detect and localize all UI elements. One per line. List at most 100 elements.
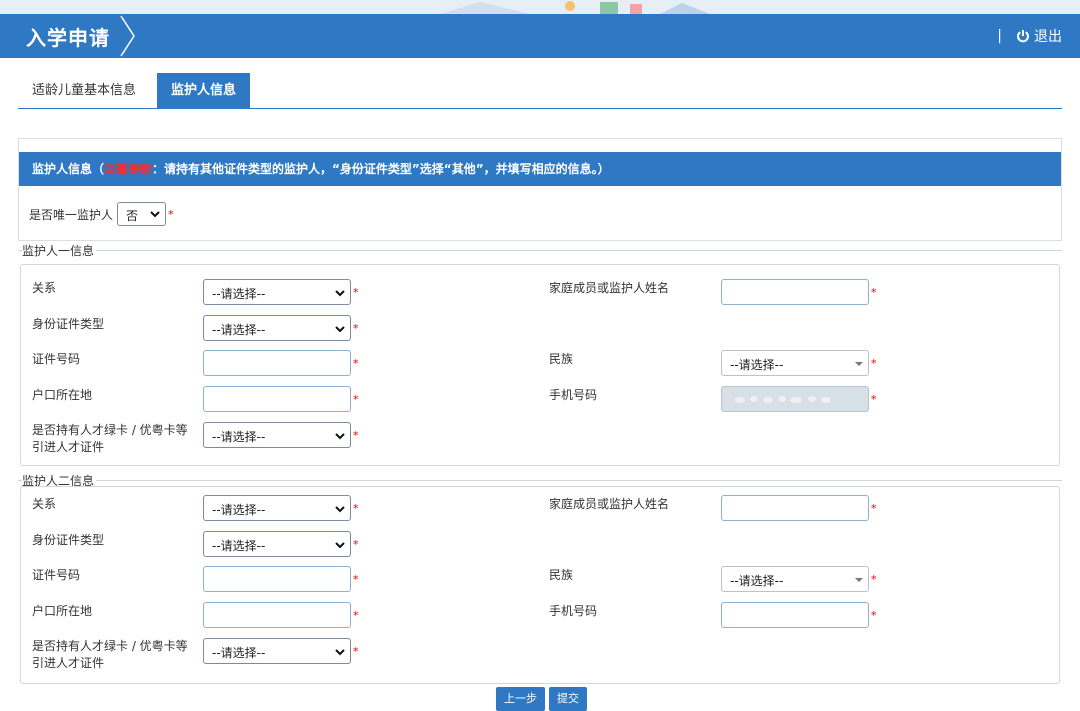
- g1-relation-select[interactable]: --请选择--: [203, 279, 351, 305]
- g2-id-type-select[interactable]: --请选择--: [203, 531, 351, 557]
- g2-nation-value: --请选择--: [730, 574, 784, 588]
- g1-nation-value: --请选择--: [730, 358, 784, 372]
- guardian1-legend: 监护人一信息: [22, 242, 97, 259]
- g2-talent-field: --请选择-- *: [203, 638, 359, 664]
- required-mark: *: [871, 608, 877, 622]
- g2-talent-label-line2: 引进人才证件: [32, 656, 105, 670]
- g2-nation-field: --请选择-- *: [721, 566, 877, 592]
- tab-bar: 适龄儿童基本信息 监护人信息: [18, 73, 1062, 109]
- chevron-down-icon: [335, 433, 345, 440]
- tab-child-basic-info[interactable]: 适龄儿童基本信息: [18, 73, 150, 109]
- chevron-down-icon: [150, 211, 160, 218]
- g1-hukou-field: *: [203, 386, 359, 412]
- g1-name-field: *: [721, 279, 877, 305]
- g2-nation-label: 民族: [549, 568, 574, 582]
- caret-down-icon: [855, 578, 863, 582]
- header-separator: |: [997, 28, 1002, 44]
- required-mark: *: [353, 537, 359, 551]
- g2-name-label: 家庭成员或监护人姓名: [549, 497, 670, 511]
- g1-nation-field: --请选择-- *: [721, 350, 877, 376]
- only-guardian-value: 否: [126, 209, 139, 223]
- g1-name-label: 家庭成员或监护人姓名: [549, 281, 670, 295]
- g2-phone-input[interactable]: [721, 602, 869, 628]
- required-mark: *: [871, 392, 877, 406]
- guardian2-divider: [18, 480, 1062, 481]
- g2-id-type-value: --请选择--: [212, 539, 266, 553]
- g1-relation-value: --请选择--: [212, 287, 266, 301]
- only-guardian-label: 是否唯一监护人: [29, 207, 114, 222]
- g2-hukou-input[interactable]: [203, 602, 351, 628]
- g1-talent-label-line2: 引进人才证件: [32, 440, 105, 454]
- only-guardian-row: 是否唯一监护人 否 *: [29, 202, 174, 226]
- app-header: 入学申请 | 退出: [0, 14, 1080, 58]
- g1-name-input[interactable]: [721, 279, 869, 305]
- banner-illustration: [420, 0, 720, 14]
- notice-warn-label: 温馨提醒: [104, 162, 153, 176]
- chevron-down-icon: [335, 506, 345, 513]
- required-mark: *: [353, 428, 359, 442]
- required-mark: *: [353, 392, 359, 406]
- g2-hukou-field: *: [203, 602, 359, 628]
- g1-phone-field: *: [721, 386, 877, 412]
- g1-id-number-field: *: [203, 350, 359, 376]
- g2-id-number-input[interactable]: [203, 566, 351, 592]
- g1-id-type-select[interactable]: --请选择--: [203, 315, 351, 341]
- g2-hukou-label: 户口所在地: [32, 604, 93, 618]
- g1-talent-select[interactable]: --请选择--: [203, 422, 351, 448]
- required-mark: *: [871, 356, 877, 370]
- g2-relation-select[interactable]: --请选择--: [203, 495, 351, 521]
- g1-talent-label-line1: 是否持有人才绿卡 / 优粤卡等: [32, 423, 188, 437]
- header-banner-strip: [0, 0, 1080, 14]
- required-mark: *: [871, 501, 877, 515]
- guardian-notice-panel: 监护人信息（温馨提醒：请持有其他证件类型的监护人，“身份证件类型”选择“其他”，…: [18, 138, 1062, 241]
- g1-phone-label: 手机号码: [549, 388, 598, 402]
- g1-id-number-input[interactable]: [203, 350, 351, 376]
- only-guardian-select[interactable]: 否: [117, 202, 167, 226]
- header-actions: | 退出: [997, 26, 1062, 46]
- g1-talent-field: --请选择-- *: [203, 422, 359, 448]
- g1-nation-select[interactable]: --请选择--: [721, 350, 869, 376]
- g2-talent-label: 是否持有人才绿卡 / 优粤卡等 引进人才证件: [32, 638, 188, 672]
- g1-relation-field: --请选择-- *: [203, 279, 359, 305]
- tab-guardian-info[interactable]: 监护人信息: [157, 73, 251, 109]
- g2-name-input[interactable]: [721, 495, 869, 521]
- g1-hukou-input[interactable]: [203, 386, 351, 412]
- submit-button[interactable]: 提交: [549, 687, 587, 711]
- notice-text: ：请持有其他证件类型的监护人，“身份证件类型”选择“其他”，并填写相应的信息。）: [152, 162, 610, 176]
- g2-relation-field: --请选择-- *: [203, 495, 359, 521]
- g2-talent-label-line1: 是否持有人才绿卡 / 优粤卡等: [32, 639, 188, 653]
- required-mark: *: [353, 572, 359, 586]
- chevron-down-icon: [335, 649, 345, 656]
- logout-button[interactable]: 退出: [1016, 26, 1062, 46]
- g1-id-type-field: --请选择-- *: [203, 315, 359, 341]
- chevron-down-icon: [335, 326, 345, 333]
- guardian1-divider: [18, 250, 1062, 251]
- g2-nation-select[interactable]: --请选择--: [721, 566, 869, 592]
- required-mark: *: [168, 207, 174, 221]
- g1-talent-label: 是否持有人才绿卡 / 优粤卡等 引进人才证件: [32, 422, 188, 456]
- chevron-down-icon: [335, 290, 345, 297]
- required-mark: *: [353, 644, 359, 658]
- g2-name-field: *: [721, 495, 877, 521]
- prev-step-button[interactable]: 上一步: [496, 687, 545, 711]
- g1-id-number-label: 证件号码: [32, 352, 81, 366]
- g2-id-type-field: --请选择-- *: [203, 531, 359, 557]
- g2-talent-select[interactable]: --请选择--: [203, 638, 351, 664]
- required-mark: *: [871, 285, 877, 299]
- g1-relation-label: 关系: [32, 281, 57, 295]
- form-actions: 上一步 提交: [496, 687, 591, 711]
- g1-phone-input[interactable]: [721, 386, 869, 412]
- required-mark: *: [871, 572, 877, 586]
- g1-hukou-label: 户口所在地: [32, 388, 93, 402]
- g2-id-type-label: 身份证件类型: [32, 533, 105, 547]
- g1-id-type-value: --请选择--: [212, 323, 266, 337]
- logout-label: 退出: [1034, 29, 1062, 45]
- notice-prefix: 监护人信息（: [32, 162, 105, 176]
- g2-id-number-label: 证件号码: [32, 568, 81, 582]
- required-mark: *: [353, 608, 359, 622]
- g2-relation-value: --请选择--: [212, 503, 266, 517]
- g2-phone-field: *: [721, 602, 877, 628]
- g1-talent-value: --请选择--: [212, 430, 266, 444]
- page-title: 入学申请: [26, 26, 110, 50]
- required-mark: *: [353, 501, 359, 515]
